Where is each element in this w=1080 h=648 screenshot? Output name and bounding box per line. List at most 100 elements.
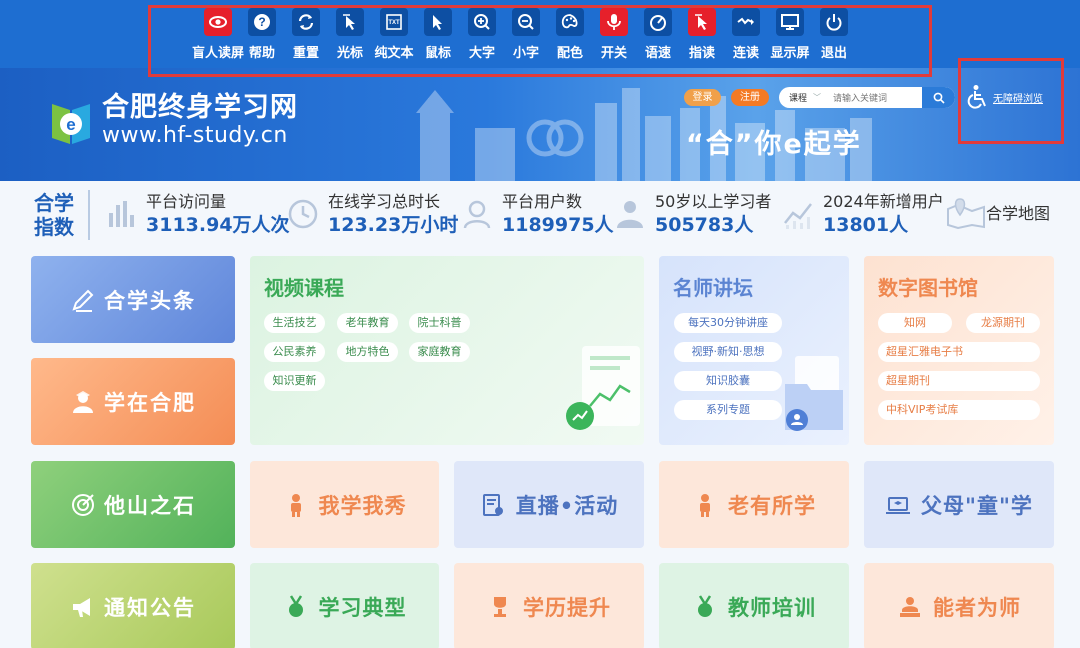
- stat-label: 50岁以上学习者: [655, 192, 772, 211]
- stat-study-time: 在线学习总时长 123.23万小时: [286, 191, 458, 237]
- tile-label: 学历提升: [523, 595, 611, 620]
- folder-illustration: [785, 356, 843, 431]
- teacher-icon: [900, 596, 920, 617]
- tile-label: 父母"童"学: [921, 493, 1033, 518]
- tile-show-my-learning[interactable]: 我学我秀: [250, 461, 439, 548]
- tile-teacher-training[interactable]: 教师培训: [659, 563, 849, 648]
- library-tag[interactable]: 超星期刊: [878, 371, 1040, 391]
- login-button[interactable]: 登录: [684, 89, 721, 106]
- library-tag[interactable]: 龙源期刊: [966, 313, 1040, 333]
- lecture-tag[interactable]: 系列专题: [674, 400, 782, 420]
- stat-value: 1189975人: [502, 214, 614, 236]
- tile-able-teachers[interactable]: 能者为师: [864, 563, 1054, 648]
- lecture-tag[interactable]: 每天30分钟讲座: [674, 313, 782, 333]
- banner-slogan: “合”你e起学: [686, 129, 862, 160]
- library-title[interactable]: 数字图书馆: [878, 272, 978, 301]
- lectures-title[interactable]: 名师讲坛: [673, 272, 753, 301]
- site-logo[interactable]: e 合肥终身学习网 www.hf-study.cn: [50, 93, 298, 149]
- video-tag[interactable]: 公民素养: [264, 342, 325, 362]
- tile-label: 老有所学: [728, 493, 816, 518]
- logo-mark-icon: e: [52, 104, 90, 144]
- tile-live-events[interactable]: 直播•活动: [454, 461, 644, 548]
- user-icon: [463, 200, 491, 229]
- tile-parent-child-learning[interactable]: 父母"童"学: [864, 461, 1054, 548]
- tile-senior-learning[interactable]: 老有所学: [659, 461, 849, 548]
- lectures-panel: 名师讲坛 每天30分钟讲座 视野·新知·思想 知识胶囊 系列专题: [659, 256, 849, 445]
- tile-label: 直播•活动: [515, 493, 619, 518]
- tile-study-models[interactable]: 学习典型: [250, 563, 439, 648]
- laptop-grad-cap-icon: [886, 496, 911, 514]
- site-url: www.hf-study.cn: [102, 123, 288, 148]
- clock-icon: [288, 199, 318, 229]
- notices-card[interactable]: 通知公告: [31, 563, 235, 648]
- elder-icon: [700, 493, 710, 517]
- stat-users: 平台用户数 1189975人: [460, 191, 614, 237]
- person-icon: [290, 493, 301, 517]
- tile-label: 我学我秀: [318, 493, 407, 518]
- stat-value: 13801人: [823, 214, 909, 236]
- map-pin-icon: [947, 198, 985, 229]
- video-tag[interactable]: 地方特色: [337, 342, 398, 362]
- search-category-select[interactable]: 课程: [789, 91, 807, 104]
- other-stones-card[interactable]: 他山之石: [31, 461, 235, 548]
- trophy-icon: [494, 596, 506, 617]
- bar-chart-icon: [109, 201, 134, 227]
- digital-library-panel: 数字图书馆 知网 龙源期刊 超星汇雅电子书 超星期刊 中科VIP考试库: [864, 256, 1054, 445]
- stat-value: 123.23万小时: [328, 214, 459, 236]
- search-bar: 课程 ﹀: [779, 87, 955, 108]
- stat-value: 505783人: [655, 214, 754, 236]
- accessible-browsing-label: 无障碍浏览: [993, 93, 1043, 105]
- library-tag[interactable]: 超星汇雅电子书: [878, 342, 1040, 362]
- tile-label: 教师培训: [728, 595, 816, 620]
- stat-value: 3113.94万人次: [146, 214, 290, 236]
- site-name: 合肥终身学习网: [102, 92, 298, 123]
- accessible-browsing-link[interactable]: 无障碍浏览: [966, 84, 1043, 110]
- medal-icon: [288, 594, 303, 617]
- stats-title-line1: 合学: [34, 191, 74, 215]
- search-input[interactable]: [833, 92, 912, 103]
- medal-icon: [698, 594, 712, 617]
- site-banner: e 合肥终身学习网 www.hf-study.cn: [0, 68, 1080, 181]
- video-tag[interactable]: 知识更新: [264, 371, 325, 391]
- stat-new-users: 2024年新增用户 13801人: [781, 191, 944, 237]
- stats-divider: [88, 190, 90, 240]
- video-dashboard-illustration: [566, 346, 640, 430]
- stat-label: 在线学习总时长: [328, 192, 441, 211]
- notices-label: 通知公告: [104, 595, 196, 620]
- video-tag[interactable]: 生活技艺: [264, 313, 325, 333]
- search-button[interactable]: [922, 87, 955, 108]
- library-tag[interactable]: 知网: [878, 313, 952, 333]
- headline-card[interactable]: 合学头条: [31, 256, 235, 343]
- study-in-hefei-card[interactable]: 学在合肥: [31, 358, 235, 445]
- graduate-icon: [73, 390, 93, 413]
- library-tag[interactable]: 中科VIP考试库: [878, 400, 1040, 420]
- tile-label: 能者为师: [933, 595, 1021, 620]
- stat-label: 平台用户数: [502, 192, 583, 211]
- video-tag[interactable]: 院士科普: [409, 313, 470, 333]
- lecture-tag[interactable]: 知识胶囊: [674, 371, 782, 391]
- stat-label: 2024年新增用户: [823, 192, 944, 211]
- video-tag[interactable]: 老年教育: [337, 313, 398, 333]
- lecture-tag[interactable]: 视野·新知·思想: [674, 342, 782, 362]
- stat-seniors: 50岁以上学习者 505783人: [613, 191, 771, 237]
- learning-map-link[interactable]: 合学地图: [946, 195, 1050, 229]
- pen-icon: [72, 289, 94, 312]
- learning-map-label: 合学地图: [986, 204, 1051, 223]
- wheelchair-icon: [967, 85, 986, 109]
- headline-label: 合学头条: [104, 288, 196, 313]
- video-tag[interactable]: 家庭教育: [409, 342, 470, 362]
- other-stones-label: 他山之石: [104, 493, 196, 518]
- stats-title: 合学 指数: [34, 191, 74, 239]
- chevron-down-icon[interactable]: ﹀: [813, 92, 821, 103]
- study-in-hefei-label: 学在合肥: [104, 390, 196, 415]
- target-icon: [72, 493, 94, 516]
- register-button[interactable]: 注册: [731, 89, 769, 106]
- tile-label: 学习典型: [318, 595, 407, 620]
- senior-learner-icon: [617, 201, 643, 228]
- tile-degree-upgrade[interactable]: 学历提升: [454, 563, 644, 648]
- video-courses-panel: 视频课程 生活技艺 老年教育 院士科普 公民素养 地方特色 家庭教育 知识更新: [250, 256, 644, 445]
- certificate-icon: [482, 493, 503, 516]
- stats-title-line2: 指数: [34, 215, 74, 239]
- video-courses-title[interactable]: 视频课程: [264, 272, 344, 301]
- svg-text:e: e: [66, 115, 75, 134]
